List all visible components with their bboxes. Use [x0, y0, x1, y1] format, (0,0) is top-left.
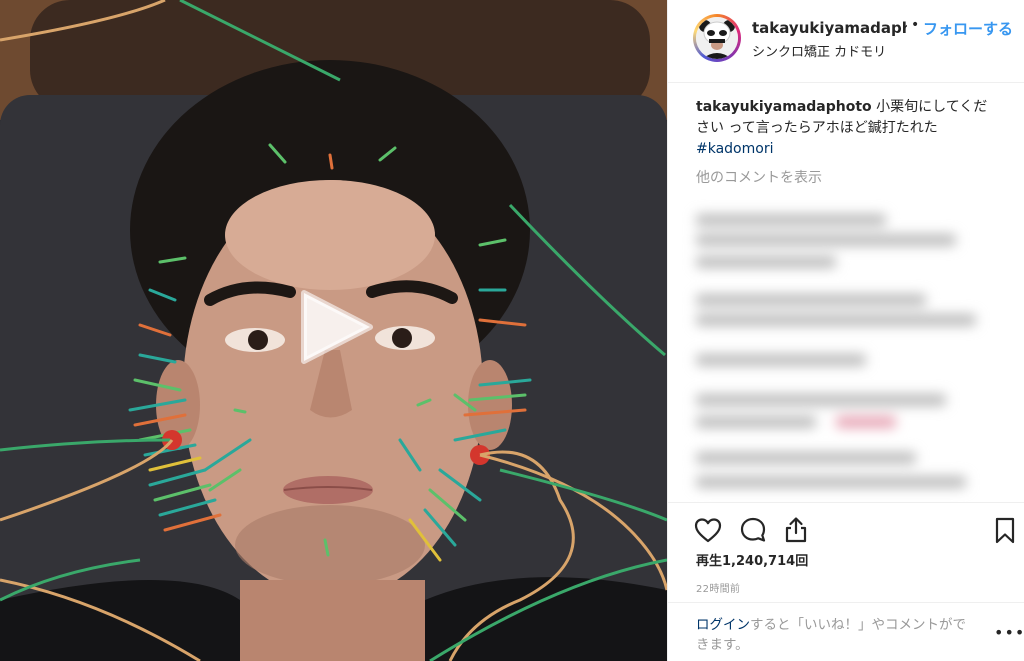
share-button[interactable] [781, 515, 811, 545]
view-count: 再生1,240,714回 [696, 554, 809, 569]
post-location[interactable]: シンクロ矯正 カドモリ [752, 41, 886, 60]
avatar[interactable] [693, 14, 741, 62]
like-button[interactable] [693, 515, 723, 545]
save-button[interactable] [990, 515, 1020, 545]
comment-footer: ログインすると「いいね！」やコメントができます。 ••• [668, 602, 1024, 661]
comment-icon [740, 517, 766, 542]
login-prompt: ログインすると「いいね！」やコメントができます。 [696, 615, 976, 655]
heart-icon [694, 518, 722, 543]
comments-section: takayukiyamadaphoto 小栗旬にしてください って言ったらアホほ… [668, 82, 1024, 502]
follow-button[interactable]: フォローする [923, 18, 1013, 39]
login-link[interactable]: ログイン [696, 617, 750, 633]
action-bar [668, 502, 1024, 555]
bookmark-icon [995, 517, 1015, 544]
avatar-image [696, 17, 738, 59]
share-icon [785, 517, 807, 543]
post-video[interactable] [0, 0, 667, 661]
post-sidebar: takayukiyamadaph... • フォローする シンクロ矯正 カドモリ… [667, 0, 1024, 661]
caption-hashtag[interactable]: #kadomori [696, 141, 773, 157]
panda-mask-icon [696, 17, 738, 59]
load-more-comments-button[interactable]: 他のコメントを表示 [696, 167, 822, 187]
separator-dot: • [911, 17, 920, 33]
blurred-comments [686, 194, 1006, 502]
play-button[interactable] [296, 287, 376, 367]
post-timestamp[interactable]: 22時間前 [696, 580, 740, 595]
play-icon [301, 290, 373, 364]
post-username[interactable]: takayukiyamadaph... [752, 19, 907, 37]
post-caption: takayukiyamadaphoto 小栗旬にしてください って言ったらアホほ… [696, 97, 996, 160]
caption-username[interactable]: takayukiyamadaphoto [696, 99, 872, 115]
comment-button[interactable] [738, 515, 768, 545]
post-header: takayukiyamadaph... • フォローする シンクロ矯正 カドモリ [668, 0, 1024, 83]
instagram-post-view: takayukiyamadaph... • フォローする シンクロ矯正 カドモリ… [0, 0, 1024, 661]
more-options-icon[interactable]: ••• [994, 623, 1024, 642]
